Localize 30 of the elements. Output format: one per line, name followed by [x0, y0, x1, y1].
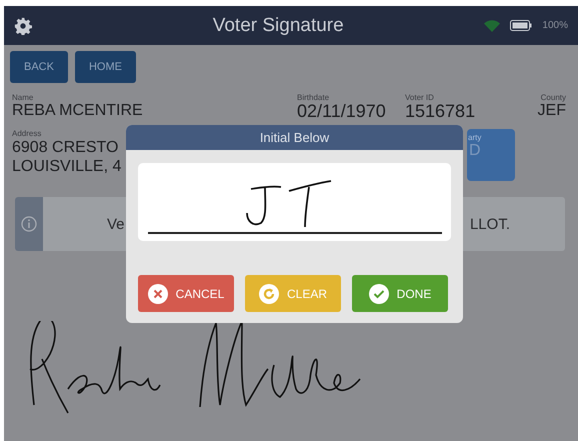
battery-percentage: 100%: [542, 20, 568, 31]
field-value: D: [469, 142, 481, 160]
field-label: County: [540, 93, 566, 102]
field-label: arty: [468, 133, 482, 142]
refresh-icon: [258, 284, 279, 304]
dialog-title: Initial Below: [126, 125, 463, 150]
cancel-button[interactable]: CANCEL: [138, 275, 234, 312]
check-icon: [368, 284, 389, 304]
done-button[interactable]: DONE: [352, 275, 448, 312]
info-icon: [21, 216, 37, 232]
settings-icon[interactable]: [14, 16, 32, 34]
field-value: JEF: [538, 102, 566, 120]
wifi-icon: [484, 20, 500, 32]
address-line: 6908 CRESTO: [12, 138, 120, 157]
field-label: Birthdate: [297, 93, 330, 102]
field-label: Voter ID: [405, 93, 434, 102]
banner-text: Ve: [107, 216, 125, 232]
nav-button[interactable]: HOME: [74, 51, 136, 83]
field-label: Name: [12, 93, 34, 102]
nav-button[interactable]: BACK: [10, 51, 68, 83]
window-title: Voter Signature: [212, 14, 345, 36]
battery-icon: [510, 20, 532, 31]
initials-pad[interactable]: [138, 163, 451, 241]
banner-text: LLOT.: [470, 216, 510, 232]
field-value: 02/11/1970: [297, 102, 387, 120]
close-icon: [148, 284, 168, 304]
field-label: Address: [12, 129, 42, 138]
address-line: LOUISVILLE, 4: [12, 157, 122, 176]
field-value: REBA MCENTIRE: [12, 102, 144, 120]
field-value: 1516781: [405, 102, 476, 120]
